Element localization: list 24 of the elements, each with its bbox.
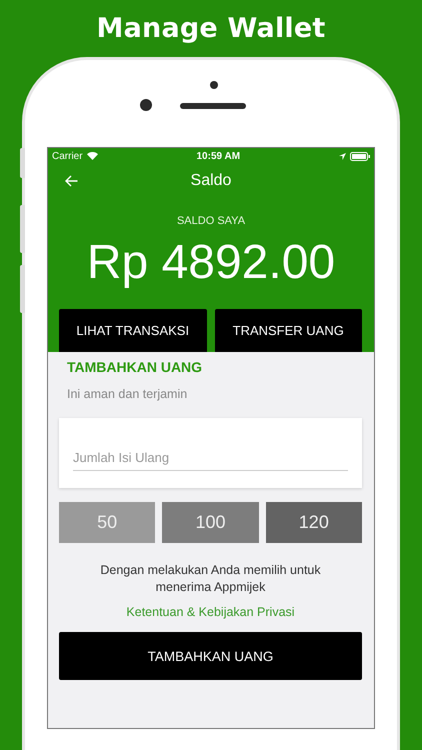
speaker-icon [180, 103, 246, 109]
wifi-icon [86, 152, 98, 160]
back-arrow-icon[interactable] [65, 175, 78, 187]
status-time: 10:59 AM [196, 150, 240, 162]
add-money-button[interactable]: TAMBAHKAN UANG [59, 632, 362, 680]
amount-field[interactable]: Jumlah Isi Ulang [73, 446, 348, 471]
section-subtitle: Ini aman dan terjamin [67, 387, 188, 401]
sensor-icon [210, 81, 218, 89]
section-title: TAMBAHKAN UANG [67, 359, 204, 375]
headline: Manage Wallet [96, 13, 326, 44]
amount-card[interactable]: Jumlah Isi Ulang [59, 418, 362, 488]
terms-link[interactable]: Ketentuan & Kebijakan Privasi [126, 605, 295, 619]
location-icon [338, 152, 346, 160]
action-button[interactable]: TRANSFER UANG [214, 309, 362, 352]
terms-notice: Dengan melakukan Anda memilih untuk menerima Appmijek [99, 562, 322, 596]
camera-icon [140, 99, 152, 111]
amount-preset[interactable]: 100 [162, 502, 259, 543]
amount-preset[interactable]: 120 [266, 502, 362, 543]
battery-icon [350, 152, 370, 160]
screen-title: Saldo [190, 172, 232, 190]
balance-amount: Rp 4892.00 [86, 235, 336, 291]
action-button[interactable]: LIHAT TRANSAKSI [59, 309, 206, 352]
carrier-label: Carrier [52, 150, 83, 162]
balance-label: SALDO SAYA [176, 215, 246, 227]
